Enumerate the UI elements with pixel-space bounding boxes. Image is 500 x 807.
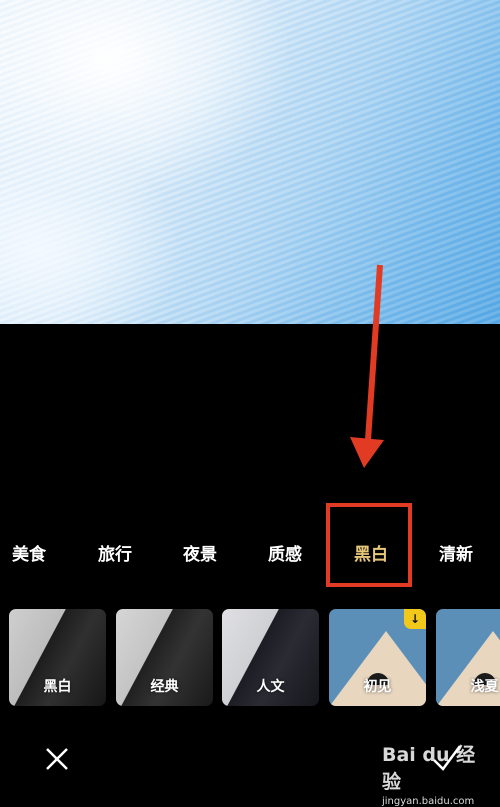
filter-thumb-jingdian[interactable]: 经典 xyxy=(116,609,213,706)
tab-black-white[interactable]: 黑白 xyxy=(354,536,388,574)
filter-label: 经典 xyxy=(150,679,179,695)
filter-thumb-chujian[interactable]: ↓ 初见 xyxy=(329,609,426,706)
filter-label: 人文 xyxy=(256,679,285,695)
filter-label: 初见 xyxy=(363,679,392,695)
filter-category-tabs: 美食 旅行 夜景 质感 黑白 清新 xyxy=(0,536,500,574)
tab-texture[interactable]: 质感 xyxy=(268,536,302,574)
filter-thumb-qianxia[interactable]: 浅夏 xyxy=(436,609,500,706)
download-icon: ↓ xyxy=(404,609,426,629)
tab-fresh[interactable]: 清新 xyxy=(439,536,473,574)
confirm-button[interactable] xyxy=(430,742,464,774)
filter-thumb-heibai[interactable]: 黑白 xyxy=(9,609,106,706)
filter-thumb-renwen[interactable]: 人文 xyxy=(222,609,319,706)
filter-label: 浅夏 xyxy=(470,679,499,695)
filter-thumbnail-strip: 黑白 经典 人文 ↓ 初见 浅夏 xyxy=(0,609,500,707)
tab-night[interactable]: 夜景 xyxy=(183,536,217,574)
filter-label: 黑白 xyxy=(43,679,72,695)
tab-travel[interactable]: 旅行 xyxy=(98,536,132,574)
tab-food[interactable]: 美食 xyxy=(12,536,46,574)
cancel-button[interactable] xyxy=(42,744,72,774)
close-icon xyxy=(46,748,68,770)
photo-preview xyxy=(0,0,500,324)
check-icon xyxy=(433,745,462,771)
